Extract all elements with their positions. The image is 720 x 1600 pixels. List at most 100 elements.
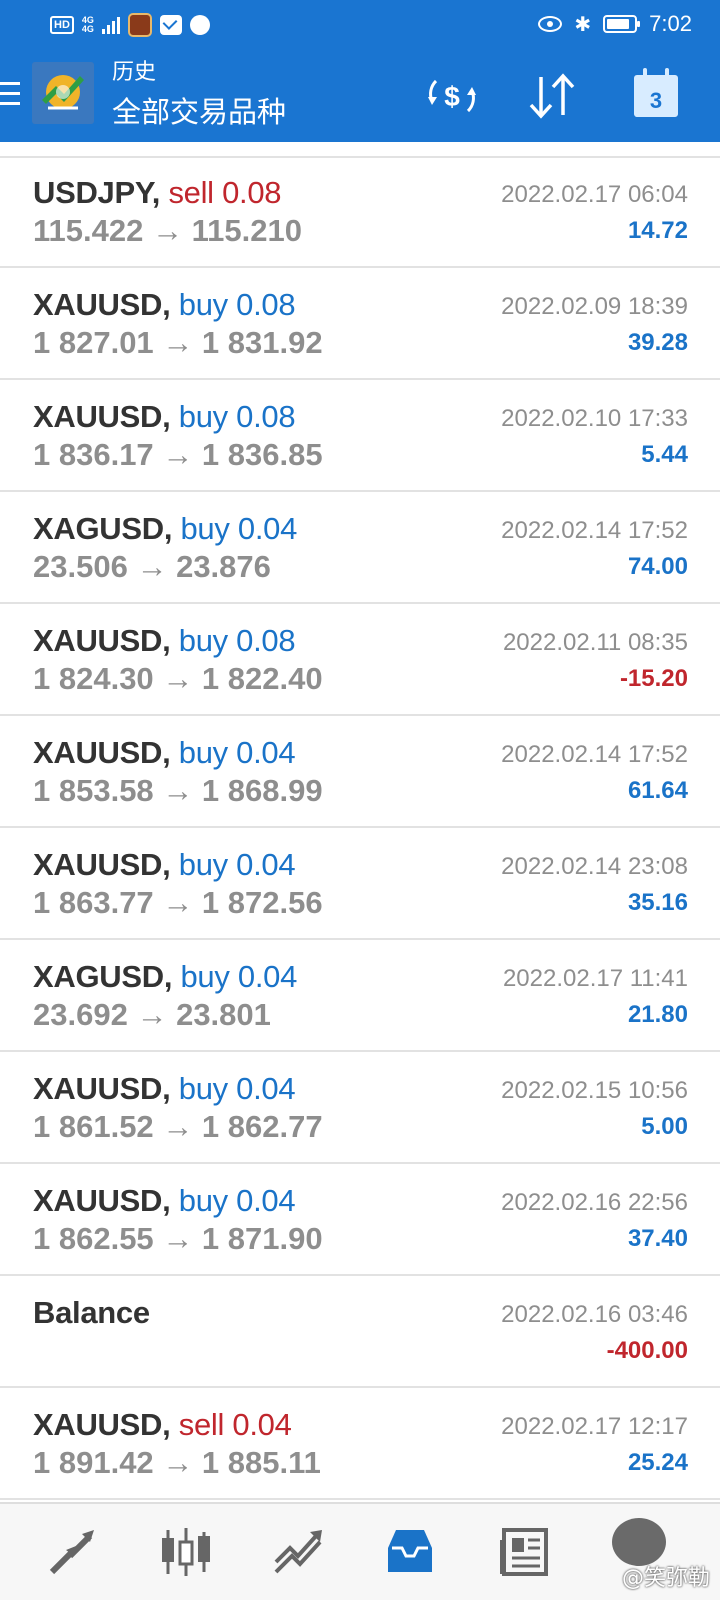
trade-datetime: 2022.02.14 17:52 <box>501 517 688 544</box>
symbol: XAUUSD, <box>33 623 171 658</box>
calendar-button[interactable]: 3 <box>628 68 684 124</box>
news-icon <box>500 1528 548 1576</box>
history-row[interactable]: XAUUSD, buy 0.04 1 862.55 → 1 871.90 202… <box>0 1164 720 1276</box>
signal-icon <box>101 16 120 34</box>
price-range: 23.692 → 23.801 <box>33 997 271 1032</box>
history-row[interactable]: XAUUSD, buy 0.08 1 836.17 → 1 836.85 202… <box>0 380 720 492</box>
mail-icon <box>159 15 182 35</box>
symbol: XAGUSD, <box>33 959 173 994</box>
svg-text:$: $ <box>444 81 460 112</box>
history-row[interactable]: XAGUSD, buy 0.04 23.692 → 23.801 2022.02… <box>0 940 720 1052</box>
price-range: 1 836.17 → 1 836.85 <box>33 437 323 472</box>
dollar-exchange-icon: $ <box>428 79 476 113</box>
calendar-day: 3 <box>649 88 663 113</box>
history-row[interactable]: XAUUSD, buy 0.04 1 853.58 → 1 868.99 202… <box>0 716 720 828</box>
game-app-icon <box>127 13 152 37</box>
history-row[interactable]: XAUUSD, buy 0.04 1 861.52 → 1 862.77 202… <box>0 1052 720 1164</box>
history-row[interactable]: USDJPY, sell 0.08 115.422 → 115.210 2022… <box>0 156 720 268</box>
order-side: sell 0.04 <box>178 1407 292 1442</box>
trade-datetime: 2022.02.17 12:17 <box>501 1413 688 1440</box>
nav-trade[interactable] <box>268 1522 328 1582</box>
history-row[interactable]: XAUUSD, buy 0.08 1 827.01 → 1 831.92 202… <box>0 268 720 380</box>
battery-icon <box>603 15 641 33</box>
watermark: @笑弥勒 <box>621 1566 710 1591</box>
sort-button[interactable] <box>524 68 580 124</box>
history-icon <box>388 1530 432 1572</box>
menu-icon[interactable] <box>0 82 20 110</box>
history-row[interactable]: XAUUSD, buy 0.04 1 863.77 → 1 872.56 202… <box>0 828 720 940</box>
trade-profit: 5.44 <box>641 441 688 468</box>
symbol-filter[interactable]: 全部交易品种 <box>112 94 286 130</box>
trade-datetime: 2022.02.14 17:52 <box>501 741 688 768</box>
history-row[interactable]: XAUUSD, buy 0.08 1 824.30 → 1 822.40 202… <box>0 604 720 716</box>
screen-title: 历史 <box>112 60 157 85</box>
order-side: buy 0.08 <box>178 623 296 658</box>
symbol: XAUUSD, <box>33 847 171 882</box>
network-indicator: 4G 4G <box>82 16 94 34</box>
order-side: buy 0.04 <box>178 735 296 770</box>
currency-swap-button[interactable]: $ <box>424 68 480 124</box>
trade-profit: 74.00 <box>627 553 688 580</box>
order-side: buy 0.08 <box>178 287 296 322</box>
nav-quotes[interactable] <box>42 1522 102 1582</box>
eye-comfort-icon <box>538 16 563 32</box>
trade-profit: 21.80 <box>627 1001 688 1028</box>
price-range: 1 891.42 → 1 885.11 <box>33 1445 321 1480</box>
metatrader-logo <box>32 62 94 124</box>
order-side: buy 0.04 <box>180 959 298 994</box>
symbol: XAUUSD, <box>33 399 171 434</box>
symbol: XAGUSD, <box>33 511 173 546</box>
trade-datetime: 2022.02.11 08:35 <box>502 629 688 656</box>
trade-profit: -15.20 <box>619 665 688 692</box>
history-row[interactable]: XAUUSD, sell 0.04 1 891.42 → 1 885.11 20… <box>0 1388 720 1500</box>
trade-profit: 25.24 <box>627 1449 688 1476</box>
price-range: 23.506 → 23.876 <box>33 549 271 584</box>
trade-datetime: 2022.02.15 10:56 <box>501 1077 688 1104</box>
trade-datetime: 2022.02.16 22:56 <box>501 1189 688 1216</box>
trade-profit: 39.28 <box>627 329 688 356</box>
calendar-icon: 3 <box>634 68 678 117</box>
symbol: XAUUSD, <box>33 1071 171 1106</box>
balance-row[interactable]: Balance 2022.02.16 03:46 -400.00 <box>0 1276 720 1388</box>
order-side: buy 0.08 <box>178 399 296 434</box>
nav-news[interactable] <box>494 1522 554 1582</box>
network-label-bottom: 4G <box>81 24 94 34</box>
nav-history[interactable] <box>380 1522 440 1582</box>
price-range: 1 853.58 → 1 868.99 <box>33 773 323 808</box>
bottom-navigation: @笑弥勒 <box>0 1502 720 1600</box>
trade-profit: 5.00 <box>641 1113 688 1140</box>
trade-profit: -400.00 <box>606 1337 688 1364</box>
trade-datetime: 2022.02.17 11:41 <box>502 965 688 992</box>
order-side: buy 0.04 <box>178 1183 296 1218</box>
trade-datetime: 2022.02.14 23:08 <box>501 853 688 880</box>
symbol: XAUUSD, <box>33 1407 171 1442</box>
history-row[interactable]: XAGUSD, buy 0.04 23.506 → 23.876 2022.02… <box>0 492 720 604</box>
status-bar: HD 4G 4G ✱ 7:02 <box>0 0 720 50</box>
symbol: USDJPY, <box>33 175 161 210</box>
price-range: 1 862.55 → 1 871.90 <box>33 1221 323 1256</box>
quotes-icon <box>49 1530 94 1575</box>
trade-icon <box>274 1530 322 1574</box>
bluetooth-icon: ✱ <box>574 12 592 36</box>
symbol: XAUUSD, <box>33 1183 171 1218</box>
order-side: buy 0.04 <box>178 847 296 882</box>
trade-profit: 35.16 <box>627 889 688 916</box>
status-left: HD 4G 4G <box>50 11 210 39</box>
app-toolbar: 历史 全部交易品种 $ 3 <box>0 50 720 142</box>
price-range: 1 861.52 → 1 862.77 <box>33 1109 323 1144</box>
price-range: 1 863.77 → 1 872.56 <box>33 885 323 920</box>
price-range: 115.422 → 115.210 <box>33 213 302 248</box>
price-range: 1 827.01 → 1 831.92 <box>33 325 323 360</box>
history-list: USDJPY, sell 0.08 115.422 → 115.210 2022… <box>0 156 720 1500</box>
candlestick-icon <box>162 1528 210 1576</box>
order-side: buy 0.04 <box>178 1071 296 1106</box>
sort-arrows-icon <box>529 73 575 119</box>
balance-label: Balance <box>33 1295 150 1330</box>
status-right: ✱ 7:02 <box>538 9 692 39</box>
trade-datetime: 2022.02.17 06:04 <box>501 181 688 208</box>
nav-chart[interactable] <box>156 1522 216 1582</box>
trade-profit: 37.40 <box>627 1225 688 1252</box>
symbol: XAUUSD, <box>33 287 171 322</box>
hd-badge: HD <box>50 16 74 34</box>
trade-datetime: 2022.02.10 17:33 <box>501 405 688 432</box>
